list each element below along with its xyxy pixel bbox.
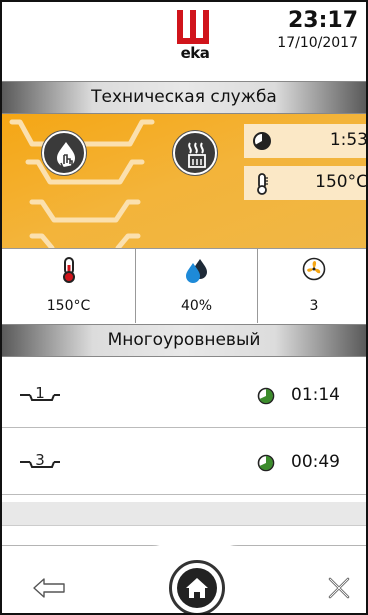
shelf-level-label: 3 — [35, 451, 45, 469]
shelf-time: 01:14 — [291, 385, 340, 405]
stats-row: 150°C 40% 3 — [2, 248, 366, 323]
shelf-row[interactable]: 1 01:14 — [2, 366, 366, 428]
logo-mark — [177, 10, 209, 44]
temperature-row[interactable]: 150°C — [244, 166, 366, 200]
home-button-inner — [177, 568, 217, 608]
header: eka 23:17 17/10/2017 — [2, 2, 366, 80]
back-button[interactable] — [32, 576, 66, 600]
clock-time: 23:17 — [287, 8, 358, 33]
mode-title: Многоуровневый — [107, 330, 261, 350]
clock-date: 17/10/2017 — [277, 35, 358, 51]
fan-icon — [302, 257, 326, 281]
oven-control-screen: eka 23:17 17/10/2017 Техническая служба — [0, 0, 368, 615]
vent-button[interactable] — [173, 131, 217, 175]
steam-injection-button[interactable] — [42, 131, 86, 175]
thermometer-icon — [62, 257, 75, 283]
timer-value: 1:53 — [329, 130, 366, 150]
thermometer-icon — [257, 173, 268, 195]
shelf-row[interactable]: 3 00:49 — [2, 433, 366, 495]
humidity-icon — [185, 259, 207, 283]
mode-title-bar[interactable]: Многоуровневый — [2, 324, 366, 357]
home-button[interactable] — [169, 560, 225, 613]
timer-row[interactable]: 1:53 — [244, 124, 366, 158]
stat-fan-value: 3 — [309, 298, 319, 314]
status-timer-icon — [257, 454, 275, 472]
shelf-icon: 1 — [20, 384, 60, 402]
empty-shelf-row[interactable] — [2, 502, 366, 526]
back-arrow-icon — [33, 578, 65, 598]
home-icon — [186, 578, 208, 598]
cancel-button[interactable] — [327, 576, 351, 600]
shelf-time: 00:49 — [291, 452, 340, 472]
timer-icon — [253, 132, 271, 150]
stat-temperature-value: 150°C — [46, 298, 91, 314]
water-drop-hand-icon — [57, 142, 75, 169]
service-title: Техническая служба — [91, 87, 277, 107]
eka-logo: eka — [175, 10, 215, 64]
stat-humidity[interactable]: 40% — [136, 249, 258, 323]
stat-humidity-value: 40% — [180, 298, 213, 314]
logo-wordmark: eka — [180, 44, 210, 62]
steam-hand-icon — [188, 142, 206, 168]
shelf-icon: 3 — [20, 451, 60, 469]
clock: 23:17 17/10/2017 — [277, 8, 358, 52]
stat-fan[interactable]: 3 — [258, 249, 366, 323]
close-icon — [328, 577, 350, 599]
status-timer-icon — [257, 387, 275, 405]
process-panel: 1:53 150°C — [2, 114, 366, 248]
stat-temperature[interactable]: 150°C — [2, 249, 136, 323]
shelf-level-label: 1 — [35, 384, 45, 402]
temperature-value: 150°C — [315, 172, 366, 192]
service-title-bar[interactable]: Техническая служба — [2, 81, 366, 114]
